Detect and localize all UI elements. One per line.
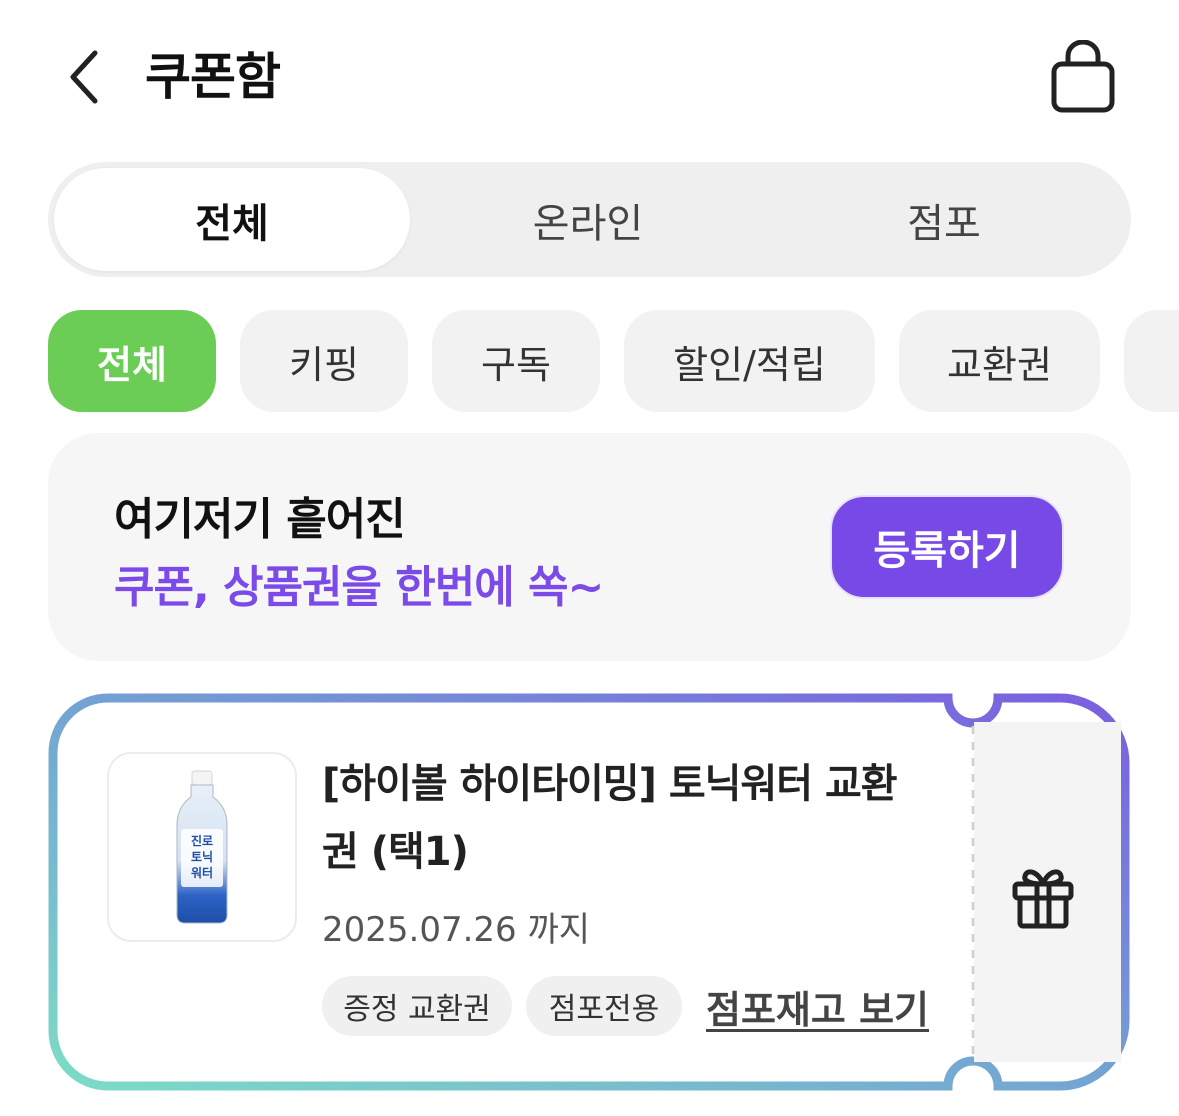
coupon-title: [하이볼 하이타이밍] 토닉워터 교환권 (택1)	[322, 761, 898, 875]
segment-store[interactable]: 점포	[766, 162, 1122, 277]
tonic-water-bottle-image: 진로 토닉 워터	[176, 770, 228, 924]
svg-text:워터: 워터	[191, 865, 213, 880]
tag-gift-voucher: 증정 교환권	[322, 976, 512, 1036]
back-button[interactable]	[50, 42, 120, 112]
tag-store-only: 점포전용	[526, 976, 682, 1036]
segment-all[interactable]: 전체	[54, 168, 410, 271]
chip-keeping[interactable]: 키핑	[240, 310, 408, 412]
chip-more[interactable]	[1124, 310, 1179, 412]
product-thumbnail: 진로 토닉 워터	[107, 752, 297, 942]
chevron-left-icon	[70, 50, 98, 104]
category-chips: 전체 키핑 구독 할인/적립 교환권	[0, 310, 1179, 412]
register-promo-banner: 여기저기 흩어진 쿠폰, 상품권을 한번에 쏙~ 등록하기	[48, 433, 1131, 661]
register-button[interactable]: 등록하기	[830, 495, 1064, 599]
store-stock-link[interactable]: 점포재고 보기	[706, 976, 929, 1036]
header: 쿠폰함	[0, 0, 1179, 150]
chip-all[interactable]: 전체	[48, 310, 216, 412]
coupon-expiry: 2025.07.26 까지	[322, 910, 591, 950]
svg-text:진로: 진로	[191, 833, 213, 848]
page-title: 쿠폰함	[145, 48, 281, 106]
gift-button[interactable]	[988, 842, 1098, 952]
promo-line-1: 여기저기 흩어진	[114, 494, 406, 545]
gift-icon	[1012, 869, 1074, 929]
channel-segmented-control: 전체 온라인 점포	[48, 162, 1131, 277]
coupon-card[interactable]: 진로 토닉 워터 [하이볼 하이타이밍] 토닉워터 교환권 (택1) 2025.…	[48, 692, 1131, 1092]
cart-button[interactable]	[1046, 39, 1120, 118]
svg-text:토닉: 토닉	[191, 849, 213, 864]
chip-subscription[interactable]: 구독	[432, 310, 600, 412]
chip-voucher[interactable]: 교환권	[899, 310, 1100, 412]
promo-line-2: 쿠폰, 상품권을 한번에 쏙~	[114, 562, 604, 613]
chip-discount[interactable]: 할인/적립	[624, 310, 875, 412]
shopping-bag-icon	[1051, 39, 1115, 113]
segment-online[interactable]: 온라인	[410, 162, 766, 277]
